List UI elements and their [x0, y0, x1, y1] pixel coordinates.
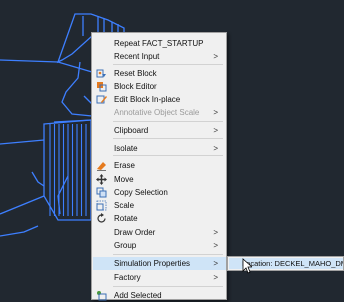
submenu-arrow-icon: >: [213, 273, 218, 282]
menu-item-repeat-fact-startup[interactable]: Repeat FACT_STARTUP: [93, 37, 226, 50]
menu-item-scale[interactable]: Scale: [93, 199, 226, 212]
menu-item-block-editor[interactable]: Block Editor: [93, 80, 226, 93]
menu-item-label: Recent Input: [114, 52, 160, 61]
move-icon: [96, 174, 107, 185]
submenu-arrow-icon: >: [213, 52, 218, 61]
menu-item-copy-selection[interactable]: Copy Selection: [93, 186, 226, 199]
context-menu: Repeat FACT_STARTUP Recent Input > Reset…: [91, 32, 227, 302]
menu-item-label: Clipboard: [114, 126, 149, 135]
menu-item-label: Factory: [114, 273, 141, 282]
menu-item-label: Add Selected: [114, 291, 162, 300]
menu-separator: [113, 286, 223, 287]
copy-selection-icon: [96, 187, 107, 198]
menu-item-label: Repeat FACT_STARTUP: [114, 39, 204, 48]
menu-item-factory[interactable]: Factory >: [93, 271, 226, 284]
menu-item-label: Rotate: [114, 214, 138, 223]
menu-item-erase[interactable]: Erase: [93, 159, 226, 172]
submenu-arrow-icon: >: [213, 241, 218, 250]
menu-item-group[interactable]: Group >: [93, 239, 226, 252]
menu-item-label: Erase: [114, 161, 135, 170]
menu-item-isolate[interactable]: Isolate >: [93, 142, 226, 155]
menu-item-edit-block-in-place[interactable]: Edit Block In-place: [93, 93, 226, 106]
menu-item-label: Edit Block In-place: [114, 95, 181, 104]
menu-item-label: Move: [114, 175, 134, 184]
reset-block-icon: [96, 69, 106, 78]
menu-item-label: Simulation Properties: [114, 259, 191, 268]
menu-item-move[interactable]: Move: [93, 173, 226, 186]
erase-icon: [97, 162, 106, 171]
submenu-arrow-icon: >: [213, 126, 218, 135]
menu-separator: [113, 64, 223, 65]
menu-item-simulation-properties[interactable]: Simulation Properties >: [93, 257, 226, 270]
rotate-icon: [97, 213, 106, 223]
menu-item-label: Draw Order: [114, 228, 156, 237]
menu-item-label: Reset Block: [114, 69, 157, 78]
menu-item-label: Scale: [114, 201, 135, 210]
menu-item-rotate[interactable]: Rotate: [93, 212, 226, 225]
menu-item-draw-order[interactable]: Draw Order >: [93, 226, 226, 239]
hatch-pattern: [49, 124, 87, 216]
menu-item-add-selected[interactable]: Add Selected: [93, 289, 226, 302]
submenu-arrow-icon: >: [213, 108, 218, 117]
scale-icon: [96, 200, 107, 211]
menu-item-label: Copy Selection: [114, 188, 168, 197]
submenu-arrow-icon: >: [213, 228, 218, 237]
menu-separator: [113, 254, 223, 255]
menu-item-clipboard[interactable]: Clipboard >: [93, 124, 226, 137]
add-selected-icon: [97, 291, 107, 301]
edit-block-in-place-icon: [96, 95, 107, 104]
menu-item-recent-input[interactable]: Recent Input >: [93, 50, 226, 63]
block-editor-icon: [97, 82, 107, 92]
menu-separator: [113, 155, 223, 156]
menu-item-label: Isolate: [114, 144, 138, 153]
menu-item-reset-block[interactable]: Reset Block: [93, 67, 226, 80]
submenu-item-label: Location: DECKEL_MAHO_DMU: [242, 259, 344, 268]
mouse-cursor-icon: [242, 258, 252, 274]
submenu-arrow-icon: >: [213, 259, 218, 268]
submenu-arrow-icon: >: [213, 144, 218, 153]
menu-item-label: Group: [114, 241, 137, 250]
menu-separator: [113, 121, 223, 122]
menu-item-label: Block Editor: [114, 82, 157, 91]
menu-item-annotative-object-scale: Annotative Object Scale >: [93, 106, 226, 119]
menu-separator: [113, 138, 223, 139]
menu-item-label: Annotative Object Scale: [114, 108, 200, 117]
